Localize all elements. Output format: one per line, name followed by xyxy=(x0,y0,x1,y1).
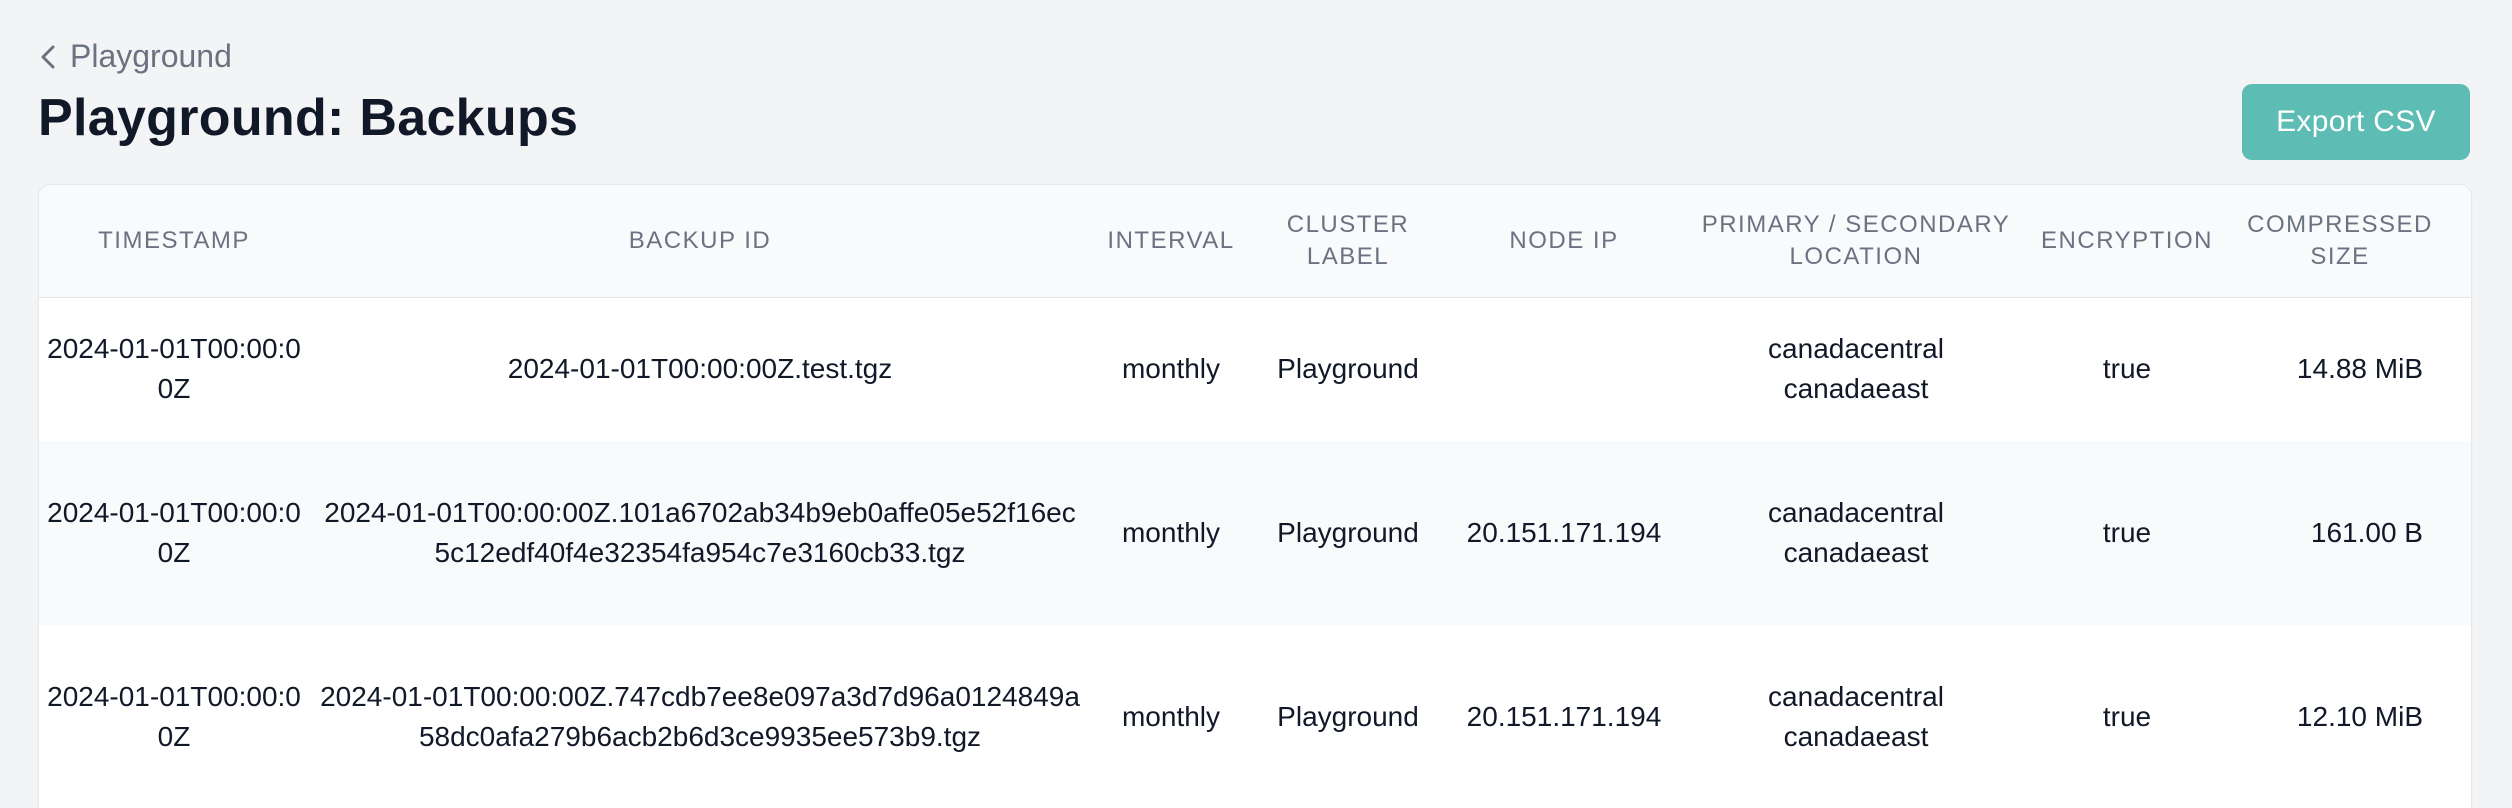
page-title: Playground: Backups xyxy=(38,89,579,147)
primary-location: canadacentral xyxy=(1768,681,1944,712)
cell-interval: monthly xyxy=(1121,517,1221,548)
column-header-location[interactable]: PRIMARY / SECONDARY LOCATION xyxy=(1683,185,2029,297)
cell-node-ip: 20.151.171.194 xyxy=(1466,517,1662,548)
column-header-timestamp[interactable]: TIMESTAMP xyxy=(39,185,309,297)
cell-cluster-label: Playground xyxy=(1277,517,1419,548)
cell-cluster-label: Playground xyxy=(1277,353,1419,385)
cell-node-ip: 20.151.171.194 xyxy=(1466,701,1662,732)
cell-location: canadacentral canadaeast xyxy=(1683,441,2029,625)
table-row: 2024-01-01T00:00:00Z 2024-01-01T00:00:00… xyxy=(39,441,2471,625)
column-header-encryption[interactable]: ENCRYPTION xyxy=(2029,185,2225,297)
table-row: 2024-01-01T00:00:00Z 2024-01-01T00:00:00… xyxy=(39,625,2471,808)
primary-location: canadacentral xyxy=(1768,333,1944,365)
cell-node-ip xyxy=(1445,297,1683,441)
secondary-location: canadaeast xyxy=(1783,537,1929,568)
cell-backup-id: 2024-01-01T00:00:00Z.test.tgz xyxy=(507,353,893,385)
column-header-node-ip[interactable]: NODE IP xyxy=(1445,185,1683,297)
table-header-row: TIMESTAMP BACKUP ID INTERVAL CLUSTER LAB… xyxy=(39,185,2471,297)
cell-cluster-label: Playground xyxy=(1277,701,1419,732)
cell-backup-id: 2024-01-01T00:00:00Z.747cdb7ee8e097a3d7d… xyxy=(320,681,1080,752)
cell-interval: monthly xyxy=(1121,701,1221,732)
primary-location: canadacentral xyxy=(1768,497,1944,528)
chevron-left-icon xyxy=(41,45,55,68)
cell-timestamp: 2024-01-01T00:00:00Z xyxy=(47,681,301,752)
table-row: 2024-01-01T00:00:00Z 2024-01-01T00:00:00… xyxy=(39,297,2471,441)
page-header: Playground Playground: Backups Export CS… xyxy=(38,0,2470,184)
cell-compressed-size: 161.00 B xyxy=(2310,517,2423,548)
backups-table: TIMESTAMP BACKUP ID INTERVAL CLUSTER LAB… xyxy=(39,185,2471,808)
secondary-location: canadaeast xyxy=(1783,373,1929,405)
cell-encryption: true xyxy=(2102,517,2152,548)
cell-backup-id: 2024-01-01T00:00:00Z.101a6702ab34b9eb0af… xyxy=(324,497,1076,568)
cell-timestamp: 2024-01-01T00:00:00Z xyxy=(47,497,301,568)
cell-timestamp: 2024-01-01T00:00:00Z xyxy=(47,333,301,405)
column-header-cluster-label[interactable]: CLUSTER LABEL xyxy=(1251,185,1445,297)
cell-compressed-size: 12.10 MiB xyxy=(2296,701,2423,732)
secondary-location: canadaeast xyxy=(1783,721,1929,752)
column-header-interval[interactable]: INTERVAL xyxy=(1091,185,1251,297)
cell-location: canadacentral canadaeast xyxy=(1683,297,2029,441)
back-link-label: Playground xyxy=(70,38,232,74)
cell-compressed-size: 14.88 MiB xyxy=(2296,353,2423,385)
column-header-backup-id[interactable]: BACKUP ID xyxy=(309,185,1091,297)
column-header-compressed-size[interactable]: COMPRESSED SIZE xyxy=(2225,185,2471,297)
cell-encryption: true xyxy=(2102,701,2152,732)
backups-page: Playground Playground: Backups Export CS… xyxy=(0,0,2512,808)
export-csv-button[interactable]: Export CSV xyxy=(2242,84,2470,160)
cell-encryption: true xyxy=(2102,353,2152,385)
cell-interval: monthly xyxy=(1121,353,1221,385)
back-link[interactable]: Playground xyxy=(38,38,232,75)
cell-location: canadacentral canadaeast xyxy=(1683,625,2029,808)
backups-table-card: TIMESTAMP BACKUP ID INTERVAL CLUSTER LAB… xyxy=(38,184,2472,808)
